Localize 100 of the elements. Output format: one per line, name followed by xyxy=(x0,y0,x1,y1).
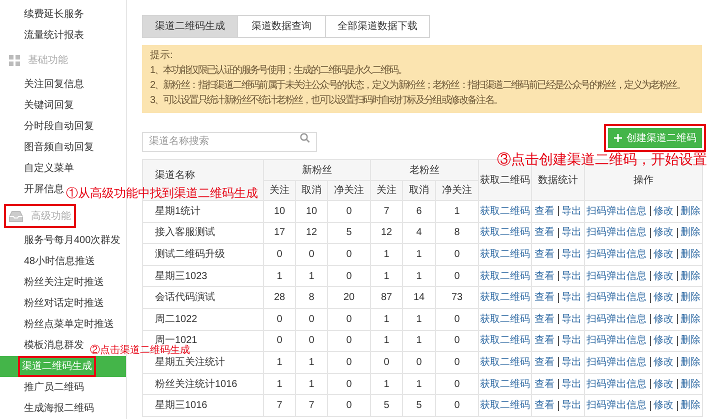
link[interactable]: 修改 xyxy=(654,376,674,392)
grid-icon xyxy=(9,54,20,66)
sidebar-item[interactable]: 续费延长服务 xyxy=(24,7,84,22)
link[interactable]: 扫码弹出信息 xyxy=(586,333,647,348)
link[interactable]: 修改 xyxy=(654,354,674,370)
column-header: 数据统计 xyxy=(538,174,578,186)
link[interactable]: 导出 xyxy=(562,246,582,262)
link[interactable]: 导出 xyxy=(562,290,582,306)
table-cell: 5 xyxy=(416,400,422,412)
sidebar-item[interactable]: 关注回复信息 xyxy=(24,77,84,92)
link[interactable]: 扫码弹出信息 xyxy=(586,354,647,370)
column-header: 取消 xyxy=(302,185,322,196)
link[interactable]: 修改 xyxy=(654,312,674,327)
section-title: 基础功能 xyxy=(28,54,68,68)
table-cell: 0 xyxy=(346,378,352,390)
annotation-text: ③点击创建渠道二维码，开始设置 xyxy=(497,151,707,168)
link[interactable]: 导出 xyxy=(562,204,582,219)
link[interactable]: 删除 xyxy=(680,333,701,348)
link[interactable]: 扫码弹出信息 xyxy=(586,225,647,240)
link[interactable]: 查看 xyxy=(534,204,555,219)
link[interactable]: 修改 xyxy=(654,225,674,240)
link[interactable]: 导出 xyxy=(562,225,582,240)
table-cell: 5 xyxy=(346,227,352,238)
table-cell: 73 xyxy=(451,292,463,304)
sidebar-item[interactable]: 推广员二维码 xyxy=(24,380,84,395)
sidebar-item[interactable]: 粉丝点菜单定时推送 xyxy=(24,317,114,332)
tab[interactable]: 渠道二维码生成 xyxy=(142,15,238,38)
link[interactable]: 扫码弹出信息 xyxy=(586,246,647,262)
table-cell: 1 xyxy=(454,206,460,217)
link[interactable]: 删除 xyxy=(680,290,701,306)
annotation-text: ②点击渠道二维码生成 xyxy=(90,346,190,356)
link[interactable]: 删除 xyxy=(680,268,701,284)
link[interactable]: 导出 xyxy=(562,354,582,370)
table-cell: 87 xyxy=(380,292,392,304)
link[interactable]: 修改 xyxy=(654,333,674,348)
sidebar-item[interactable]: 关键词回复 xyxy=(24,98,74,113)
sidebar-item[interactable]: 自定义菜单 xyxy=(24,161,74,176)
tab[interactable]: 全部渠道数据下载 xyxy=(326,15,430,38)
column-header: 获取二维码 xyxy=(480,174,530,186)
link[interactable]: 查看 xyxy=(534,225,555,240)
table-cell: 会话代码演试 xyxy=(155,292,215,304)
link[interactable]: 查看 xyxy=(534,354,555,370)
link[interactable]: 查看 xyxy=(534,333,555,348)
table-cell: 0 xyxy=(308,335,314,346)
link[interactable]: 删除 xyxy=(680,398,701,414)
table-cell: 测试二维码升级 xyxy=(155,248,225,260)
link[interactable]: 修改 xyxy=(654,204,674,219)
link[interactable]: 扫码弹出信息 xyxy=(586,376,647,392)
tab[interactable]: 渠道数据查询 xyxy=(238,15,326,38)
notice-title: 提示: xyxy=(150,49,173,63)
table-cell: 7 xyxy=(276,400,282,412)
sidebar-item[interactable]: 粉丝关注定时推送 xyxy=(24,275,104,290)
sidebar-item[interactable]: 流量统计报表 xyxy=(24,28,84,43)
column-header: 取消 xyxy=(409,185,430,196)
link[interactable]: 扫码弹出信息 xyxy=(586,398,647,414)
link[interactable]: 扫码弹出信息 xyxy=(586,204,647,219)
link[interactable]: 修改 xyxy=(654,290,674,306)
sidebar-item[interactable]: 服务号每月400次群发 xyxy=(24,233,121,248)
search-field[interactable]: 渠道名称搜索 xyxy=(142,132,317,152)
table-cell: 1 xyxy=(416,314,422,325)
link[interactable]: 删除 xyxy=(680,312,701,327)
table-cell: 20 xyxy=(343,292,355,304)
link[interactable]: 查看 xyxy=(534,290,555,306)
table-cell: 17 xyxy=(274,227,286,238)
notice-text: 3、可以设置只统计新粉丝不统计老粉丝，也可以设置扫码时自动打标及分组或修改备注名。 xyxy=(150,94,502,108)
link[interactable]: 导出 xyxy=(562,376,582,392)
sidebar-item[interactable]: 分时段自动回复 xyxy=(24,119,94,134)
table-cell: 星期1统计 xyxy=(155,206,201,217)
link[interactable]: 扫码弹出信息 xyxy=(586,290,647,306)
table-cell: 1 xyxy=(416,335,422,346)
table-cell: 10 xyxy=(274,206,286,217)
link[interactable]: 修改 xyxy=(654,398,674,414)
link[interactable]: 删除 xyxy=(680,204,701,219)
sidebar-item[interactable]: 开屏信息 xyxy=(24,182,64,197)
link[interactable]: 导出 xyxy=(562,333,582,348)
link[interactable]: 删除 xyxy=(680,354,701,370)
link[interactable]: 删除 xyxy=(680,246,701,262)
sidebar-item[interactable]: 图音频自动回复 xyxy=(24,140,94,155)
link[interactable]: 查看 xyxy=(534,398,555,414)
link[interactable]: 扫码弹出信息 xyxy=(586,268,647,284)
link[interactable]: 导出 xyxy=(562,268,582,284)
sidebar-item[interactable]: 生成海报二维码 xyxy=(24,401,94,416)
table-cell: 星期三1023 xyxy=(155,270,208,282)
link[interactable]: 删除 xyxy=(680,225,701,240)
notice-text: 1、本功能仅限已认证的服务号使用；生成的二维码是永久二维码。 xyxy=(150,64,407,78)
sidebar-item[interactable]: 模板消息群发 xyxy=(24,338,84,353)
column-header: 净关注 xyxy=(442,185,472,196)
link[interactable]: 导出 xyxy=(562,312,582,327)
sidebar-item[interactable]: 48小时信息推送 xyxy=(24,254,96,269)
link[interactable]: 修改 xyxy=(654,246,674,262)
link[interactable]: 查看 xyxy=(534,268,555,284)
link[interactable]: 查看 xyxy=(534,246,555,262)
table-cell: 14 xyxy=(413,292,425,304)
link[interactable]: 查看 xyxy=(534,376,555,392)
link[interactable]: 导出 xyxy=(562,398,582,414)
link[interactable]: 删除 xyxy=(680,376,701,392)
link[interactable]: 修改 xyxy=(654,268,674,284)
link[interactable]: 查看 xyxy=(534,312,555,327)
link[interactable]: 扫码弹出信息 xyxy=(586,312,647,327)
sidebar-item[interactable]: 粉丝对话定时推送 xyxy=(24,296,104,311)
